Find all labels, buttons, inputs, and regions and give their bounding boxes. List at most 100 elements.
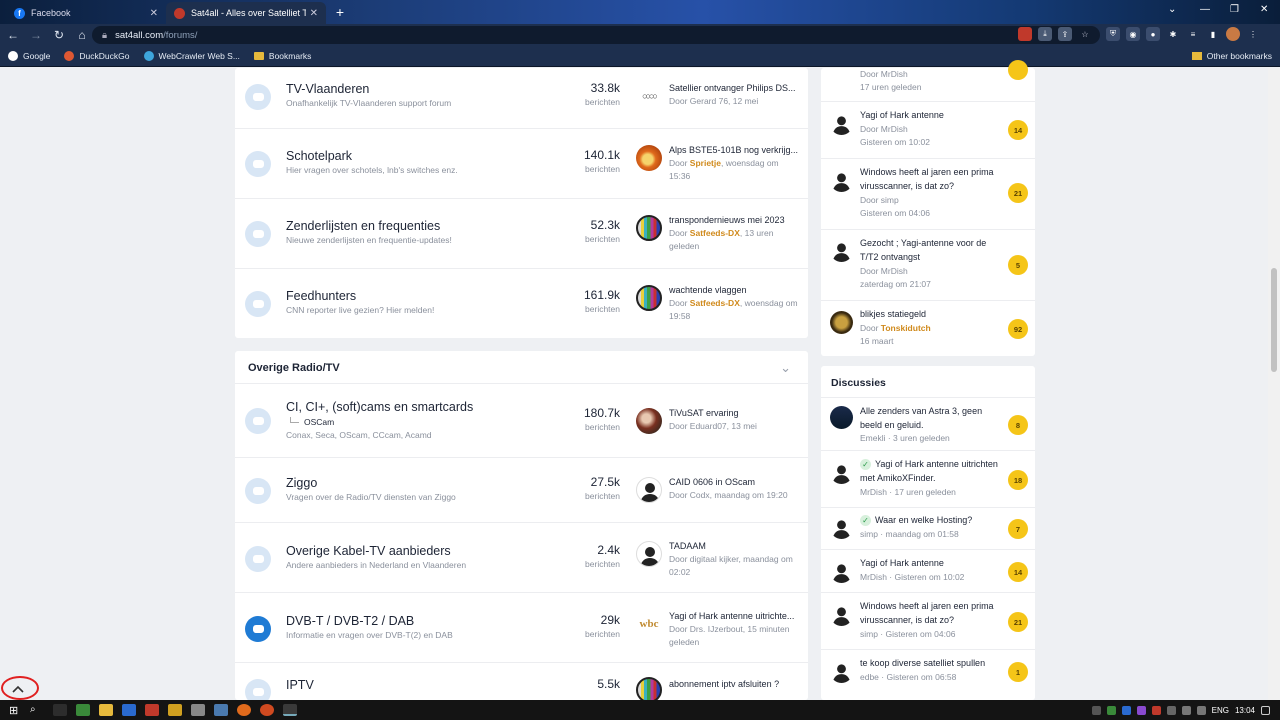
avatar[interactable]	[1226, 27, 1240, 41]
extension-icon[interactable]: ◉	[1126, 27, 1140, 41]
app-icon[interactable]	[191, 704, 205, 716]
file-explorer-icon[interactable]	[99, 704, 113, 716]
discussion-title[interactable]: Windows heeft al jaren een prima virussc…	[860, 600, 1000, 627]
user-avatar[interactable]	[830, 239, 853, 262]
thread-item[interactable]: Gezocht ; Yagi-antenne voor de T/T2 ontv…	[821, 230, 1035, 301]
forum-title[interactable]: Ziggo	[286, 476, 317, 490]
thread-item[interactable]: blikjes statiegeld Door Tonskidutch 16 m…	[821, 301, 1035, 356]
tray-icon[interactable]	[1166, 705, 1176, 715]
extension-icon[interactable]	[1018, 27, 1032, 41]
share-icon[interactable]: ⇪	[1058, 27, 1072, 41]
forum-title[interactable]: Zenderlijsten en frequenties	[286, 219, 440, 233]
clock[interactable]: 13:04	[1235, 706, 1255, 715]
tab-facebook[interactable]: f Facebook ✕	[6, 2, 166, 24]
section-title[interactable]: Overige Radio/TV	[248, 362, 340, 374]
discussion-item[interactable]: Windows heeft al jaren een prima virussc…	[821, 593, 1035, 650]
last-post-title[interactable]: TiVuSAT ervaring	[669, 408, 801, 418]
last-post-title[interactable]: CAID 0606 in OScam	[669, 477, 801, 487]
user-avatar[interactable]	[830, 112, 853, 135]
user-avatar[interactable]	[636, 541, 662, 567]
audi-avatar[interactable]: ○○○○	[636, 83, 662, 109]
forum-title[interactable]: Feedhunters	[286, 289, 356, 303]
discussion-item[interactable]: Yagi of Hark antenne MrDish · Gisteren o…	[821, 550, 1035, 593]
forum-title[interactable]: Overige Kabel-TV aanbieders	[286, 544, 451, 558]
language-indicator[interactable]: ENG	[1212, 706, 1229, 715]
discussies-title[interactable]: Discussies	[831, 377, 886, 389]
discussion-item[interactable]: te koop diverse satelliet spullen edbe ·…	[821, 650, 1035, 700]
close-window-icon[interactable]: ✕	[1260, 4, 1268, 15]
thread-item[interactable]: Windows heeft al jaren een prima virussc…	[821, 159, 1035, 230]
back-icon[interactable]: ←	[3, 28, 23, 42]
network-icon[interactable]	[1181, 705, 1191, 715]
forum-title[interactable]: TV-Vlaanderen	[286, 82, 369, 96]
forum-row[interactable]: Overige Kabel-TV aanbieders Andere aanbi…	[235, 523, 808, 593]
notification-icon[interactable]	[1261, 705, 1270, 715]
thread-title[interactable]: Gezocht ; Yagi-antenne voor de T/T2 ontv…	[860, 237, 1000, 264]
star-icon[interactable]: ☆	[1078, 27, 1092, 41]
puzzle-icon[interactable]: ✱	[1166, 27, 1180, 41]
username-link[interactable]: Satfeeds-DX	[690, 228, 740, 238]
user-avatar[interactable]	[636, 408, 662, 434]
new-tab-button[interactable]: +	[331, 3, 349, 21]
tray-icon[interactable]	[1136, 705, 1146, 715]
discussion-title[interactable]: te koop diverse satelliet spullen	[860, 657, 1000, 671]
scrollbar-thumb[interactable]	[1271, 268, 1277, 372]
app-icon[interactable]	[168, 704, 182, 716]
forum-row[interactable]: Zenderlijsten en frequenties Nieuwe zend…	[235, 199, 808, 269]
forum-row[interactable]: TV-Vlaanderen Onafhankelijk TV-Vlaandere…	[235, 68, 808, 129]
forum-row[interactable]: Schotelpark Hier vragen over schotels, l…	[235, 129, 808, 199]
chevron-down-icon[interactable]: ⌄	[780, 360, 791, 376]
discussion-title[interactable]: Yagi of Hark antenne	[860, 557, 1000, 571]
user-avatar[interactable]	[830, 660, 853, 683]
section-header[interactable]: Overige Radio/TV ⌄	[235, 351, 808, 384]
tray-icon[interactable]	[1106, 705, 1116, 715]
last-post-title[interactable]: Yagi of Hark antenne uitrichte...	[669, 611, 801, 621]
forum-row[interactable]: Ziggo Vragen over de Radio/TV diensten v…	[235, 458, 808, 523]
username-link[interactable]: Satfeeds-DX	[690, 298, 740, 308]
username-link[interactable]: Sprietje	[690, 158, 721, 168]
forum-title[interactable]: CI, CI+, (soft)cams en smartcards	[286, 400, 473, 414]
testcard-avatar[interactable]	[636, 285, 662, 311]
thread-title[interactable]: Windows heeft al jaren een prima virussc…	[860, 166, 1000, 193]
testcard-avatar[interactable]	[636, 215, 662, 241]
maximize-icon[interactable]: ❐	[1230, 4, 1239, 15]
user-avatar[interactable]	[830, 603, 853, 626]
subforum-link[interactable]: OSCam	[290, 417, 334, 427]
chevron-down-icon[interactable]: ⌄	[1168, 4, 1176, 15]
forward-icon[interactable]: →	[26, 28, 46, 42]
tray-icon[interactable]	[1151, 705, 1161, 715]
thread-title[interactable]: blikjes statiegeld	[860, 308, 1000, 322]
discussion-title[interactable]: Alle zenders van Astra 3, geen beeld en …	[860, 405, 1000, 432]
app-icon[interactable]	[122, 704, 136, 716]
bookmark-duckduckgo[interactable]: DuckDuckGo	[64, 51, 130, 61]
bookmark-webcrawler[interactable]: WebCrawler Web S...	[143, 51, 240, 61]
close-icon[interactable]: ✕	[310, 8, 318, 19]
firefox-icon[interactable]	[237, 704, 251, 716]
chrome-icon[interactable]	[283, 704, 297, 716]
forum-row[interactable]: DVB-T / DVB-T2 / DAB Informatie en vrage…	[235, 593, 808, 663]
tab-sat4all[interactable]: Sat4all - Alles over Satelliet TV, 2 ✕	[166, 2, 326, 24]
sidepanel-icon[interactable]: ▮	[1206, 27, 1220, 41]
shield-icon[interactable]: ⛨	[1106, 27, 1120, 41]
other-bookmarks[interactable]: Other bookmarks	[1191, 51, 1272, 61]
task-view-icon[interactable]	[53, 704, 67, 716]
bookmark-google[interactable]: Google	[8, 51, 50, 61]
forum-title[interactable]: DVB-T / DVB-T2 / DAB	[286, 614, 414, 628]
thread-item[interactable]: Door MrDish 17 uren geleden	[821, 60, 1035, 102]
discussion-item[interactable]: Alle zenders van Astra 3, geen beeld en …	[821, 398, 1035, 451]
username-link[interactable]: Tonskidutch	[881, 323, 931, 333]
discussion-item[interactable]: ✓ Waar en welke Hosting? simp · maandag o…	[821, 508, 1035, 550]
volume-icon[interactable]	[1196, 705, 1206, 715]
user-avatar[interactable]	[830, 461, 853, 484]
user-avatar[interactable]	[636, 145, 662, 171]
last-post-title[interactable]: Alps BSTE5-101B nog verkrijg...	[669, 145, 801, 155]
download-icon[interactable]: ⤓	[1038, 27, 1052, 41]
forum-title[interactable]: Schotelpark	[286, 149, 352, 163]
forum-row[interactable]: Feedhunters CNN reporter live gezien? Hi…	[235, 269, 808, 338]
windows-start-icon[interactable]: ⊞	[9, 704, 21, 717]
user-avatar[interactable]	[830, 560, 853, 583]
address-bar[interactable]: 🔒︎ sat4all.com/forums/	[92, 26, 1100, 44]
app-icon[interactable]	[214, 704, 228, 716]
logo-avatar[interactable]: wbc	[636, 611, 662, 637]
bookmark-folder[interactable]: Bookmarks	[253, 51, 311, 61]
